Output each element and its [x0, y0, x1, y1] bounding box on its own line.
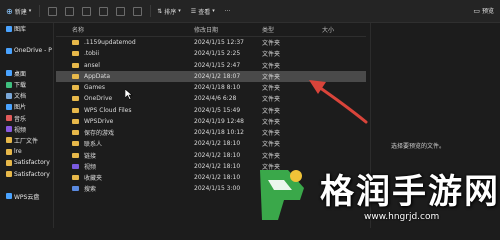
watermark: 格润手游网 www.hngrjd.com	[248, 160, 500, 228]
watermark-url: www.hngrjd.com	[364, 212, 440, 222]
watermark-title: 格润手游网	[320, 172, 500, 212]
watermark-logo	[260, 170, 304, 220]
mouse-cursor-icon	[125, 89, 133, 100]
